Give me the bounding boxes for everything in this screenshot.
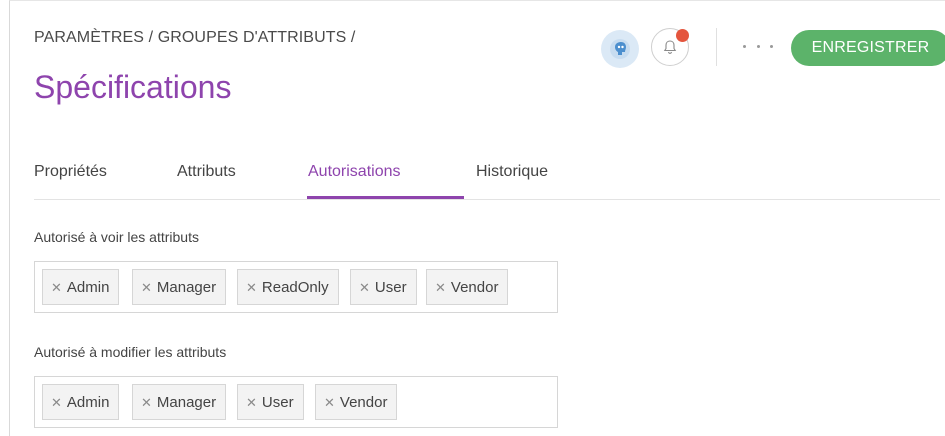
active-tab-indicator: [307, 196, 464, 199]
page-title: Spécifications: [34, 69, 232, 105]
tag-label: Vendor: [339, 393, 388, 411]
view-permissions-input[interactable]: ✕ Admin ✕ Manager ✕ ReadOnly ✕ User ✕ Ve…: [34, 261, 558, 313]
tag-label: Admin: [66, 393, 110, 411]
tag-label: Manager: [156, 278, 217, 296]
tag-manager[interactable]: ✕ Manager: [132, 269, 227, 305]
tag-label: ReadOnly: [261, 278, 329, 296]
tab-attributes[interactable]: Attributs: [177, 163, 236, 199]
tag-label: User: [261, 393, 294, 411]
tag-readonly[interactable]: ✕ ReadOnly: [237, 269, 339, 305]
tag-vendor[interactable]: ✕ Vendor: [315, 384, 398, 420]
close-icon[interactable]: ✕: [51, 281, 62, 294]
close-icon[interactable]: ✕: [324, 396, 335, 409]
notification-badge: [676, 29, 689, 42]
more-dot: [770, 44, 773, 48]
tag-label: Admin: [66, 278, 110, 296]
tag-admin[interactable]: ✕ Admin: [42, 384, 120, 420]
close-icon[interactable]: ✕: [359, 281, 370, 294]
close-icon[interactable]: ✕: [141, 281, 152, 294]
page-frame: PARAMÈTRES / GROUPES D'ATTRIBUTS / Spéci…: [9, 0, 945, 436]
close-icon[interactable]: ✕: [435, 281, 446, 294]
more-dot: [756, 44, 760, 48]
tab-permissions[interactable]: Autorisations: [308, 163, 401, 199]
tab-bar: Propriétés Attributs Autorisations Histo…: [34, 161, 940, 200]
edit-permissions-label: Autorisé à modifier les attributs: [34, 344, 227, 360]
more-icon[interactable]: [743, 38, 773, 54]
tag-vendor[interactable]: ✕ Vendor: [426, 269, 509, 305]
tag-label: Vendor: [450, 278, 499, 296]
edit-permissions-input[interactable]: ✕ Admin ✕ Manager ✕ User ✕ Vendor: [34, 376, 558, 428]
more-dot: [743, 44, 746, 48]
close-icon[interactable]: ✕: [51, 396, 62, 409]
view-permissions-label: Autorisé à voir les attributs: [34, 229, 199, 245]
tag-label: User: [374, 278, 407, 296]
tab-properties[interactable]: Propriétés: [34, 163, 107, 199]
breadcrumb: PARAMÈTRES / GROUPES D'ATTRIBUTS /: [34, 29, 356, 46]
header-divider: [716, 28, 717, 66]
close-icon[interactable]: ✕: [141, 396, 152, 409]
tag-label: Manager: [156, 393, 217, 411]
tab-history[interactable]: Historique: [476, 163, 548, 199]
close-icon[interactable]: ✕: [246, 281, 257, 294]
tag-admin[interactable]: ✕ Admin: [42, 269, 120, 305]
tag-manager[interactable]: ✕ Manager: [132, 384, 227, 420]
avatar[interactable]: [601, 30, 639, 68]
tag-user[interactable]: ✕ User: [237, 384, 304, 420]
tag-user[interactable]: ✕ User: [350, 269, 417, 305]
avatar-icon: [610, 39, 630, 59]
save-button[interactable]: ENREGISTRER: [791, 30, 945, 66]
bell-icon: [663, 40, 677, 54]
close-icon[interactable]: ✕: [246, 396, 257, 409]
